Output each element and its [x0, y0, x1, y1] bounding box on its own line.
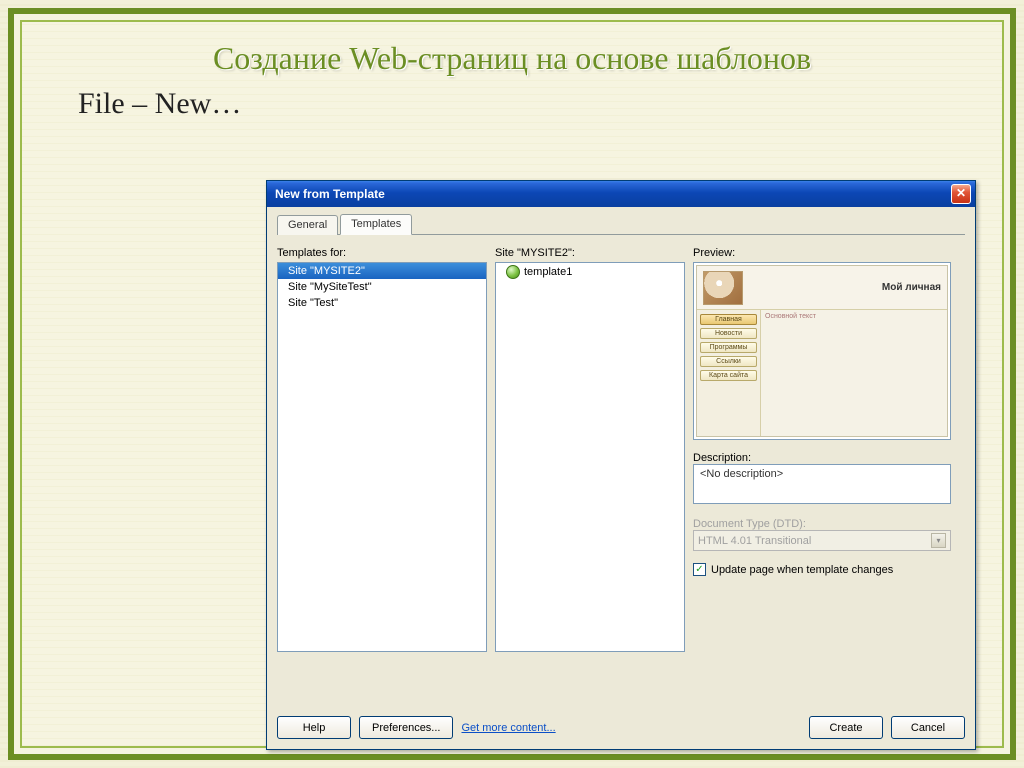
- button-row: Help Preferences... Get more content... …: [277, 716, 965, 739]
- preview-thumb-body: Главная Новости Программы Ссылки Карта с…: [697, 310, 947, 436]
- col-sites: Templates for: Site "MYSITE2" Site "MySi…: [277, 247, 487, 652]
- panel-row: Templates for: Site "MYSITE2" Site "MySi…: [277, 247, 965, 652]
- create-button[interactable]: Create: [809, 716, 883, 739]
- preview-nav-item: Карта сайта: [700, 370, 757, 381]
- col-preview: Preview: Мой личная Главная: [693, 247, 951, 652]
- site-item[interactable]: Site "Test": [278, 295, 486, 311]
- dialog-title: New from Template: [275, 187, 951, 201]
- col-templates: Site "MYSITE2": template1: [495, 247, 685, 652]
- checkbox-icon[interactable]: ✓: [693, 563, 706, 576]
- slide-subtitle: File – New…: [78, 87, 1002, 121]
- update-checkbox-label: Update page when template changes: [711, 564, 893, 576]
- label-description: Description:: [693, 452, 951, 464]
- slide-inner-frame: Создание Web-страниц на основе шаблонов …: [20, 20, 1004, 748]
- preview-box: Мой личная Главная Новости Программы Ссы…: [693, 262, 951, 440]
- dialog-body: General Templates Templates for: Site "M…: [267, 207, 975, 749]
- dtd-select: HTML 4.01 Transitional ▾: [693, 530, 951, 551]
- help-button[interactable]: Help: [277, 716, 351, 739]
- label-dtd: Document Type (DTD):: [693, 518, 951, 530]
- preview-thumb: Мой личная Главная Новости Программы Ссы…: [696, 265, 948, 437]
- label-preview: Preview:: [693, 247, 951, 259]
- more-content-link[interactable]: Get more content...: [461, 722, 555, 734]
- tab-templates[interactable]: Templates: [340, 214, 412, 235]
- templates-listbox[interactable]: template1: [495, 262, 685, 652]
- preview-nav-item: Новости: [700, 328, 757, 339]
- template-item-label: template1: [524, 266, 572, 278]
- preview-main: Основной текст: [761, 310, 947, 436]
- label-site-templates: Site "MYSITE2":: [495, 247, 685, 259]
- preview-logo: [703, 271, 743, 305]
- preview-header-title: Мой личная: [882, 282, 941, 293]
- dialog-titlebar[interactable]: New from Template ✕: [267, 181, 975, 207]
- tab-general[interactable]: General: [277, 215, 338, 235]
- close-button[interactable]: ✕: [951, 184, 971, 204]
- preview-nav-item: Главная: [700, 314, 757, 325]
- sites-listbox[interactable]: Site "MYSITE2" Site "MySiteTest" Site "T…: [277, 262, 487, 652]
- slide-title: Создание Web-страниц на основе шаблонов: [22, 40, 1002, 77]
- cancel-button[interactable]: Cancel: [891, 716, 965, 739]
- dtd-value: HTML 4.01 Transitional: [698, 535, 811, 547]
- preview-nav-item: Программы: [700, 342, 757, 353]
- tab-row: General Templates: [277, 213, 965, 235]
- template-item[interactable]: template1: [496, 263, 684, 281]
- preferences-button[interactable]: Preferences...: [359, 716, 453, 739]
- site-item[interactable]: Site "MySiteTest": [278, 279, 486, 295]
- label-templates-for: Templates for:: [277, 247, 487, 259]
- template-icon: [506, 265, 520, 279]
- preview-nav: Главная Новости Программы Ссылки Карта с…: [697, 310, 761, 436]
- close-icon: ✕: [956, 186, 966, 200]
- preview-nav-item: Ссылки: [700, 356, 757, 367]
- chevron-down-icon: ▾: [931, 533, 946, 548]
- dialog-new-from-template: New from Template ✕ General Templates Te…: [266, 180, 976, 750]
- preview-thumb-header: Мой личная: [697, 266, 947, 310]
- site-item[interactable]: Site "MYSITE2": [278, 263, 486, 279]
- update-checkbox-row[interactable]: ✓ Update page when template changes: [693, 563, 951, 576]
- slide-outer-frame: Создание Web-страниц на основе шаблонов …: [8, 8, 1016, 760]
- description-box: <No description>: [693, 464, 951, 504]
